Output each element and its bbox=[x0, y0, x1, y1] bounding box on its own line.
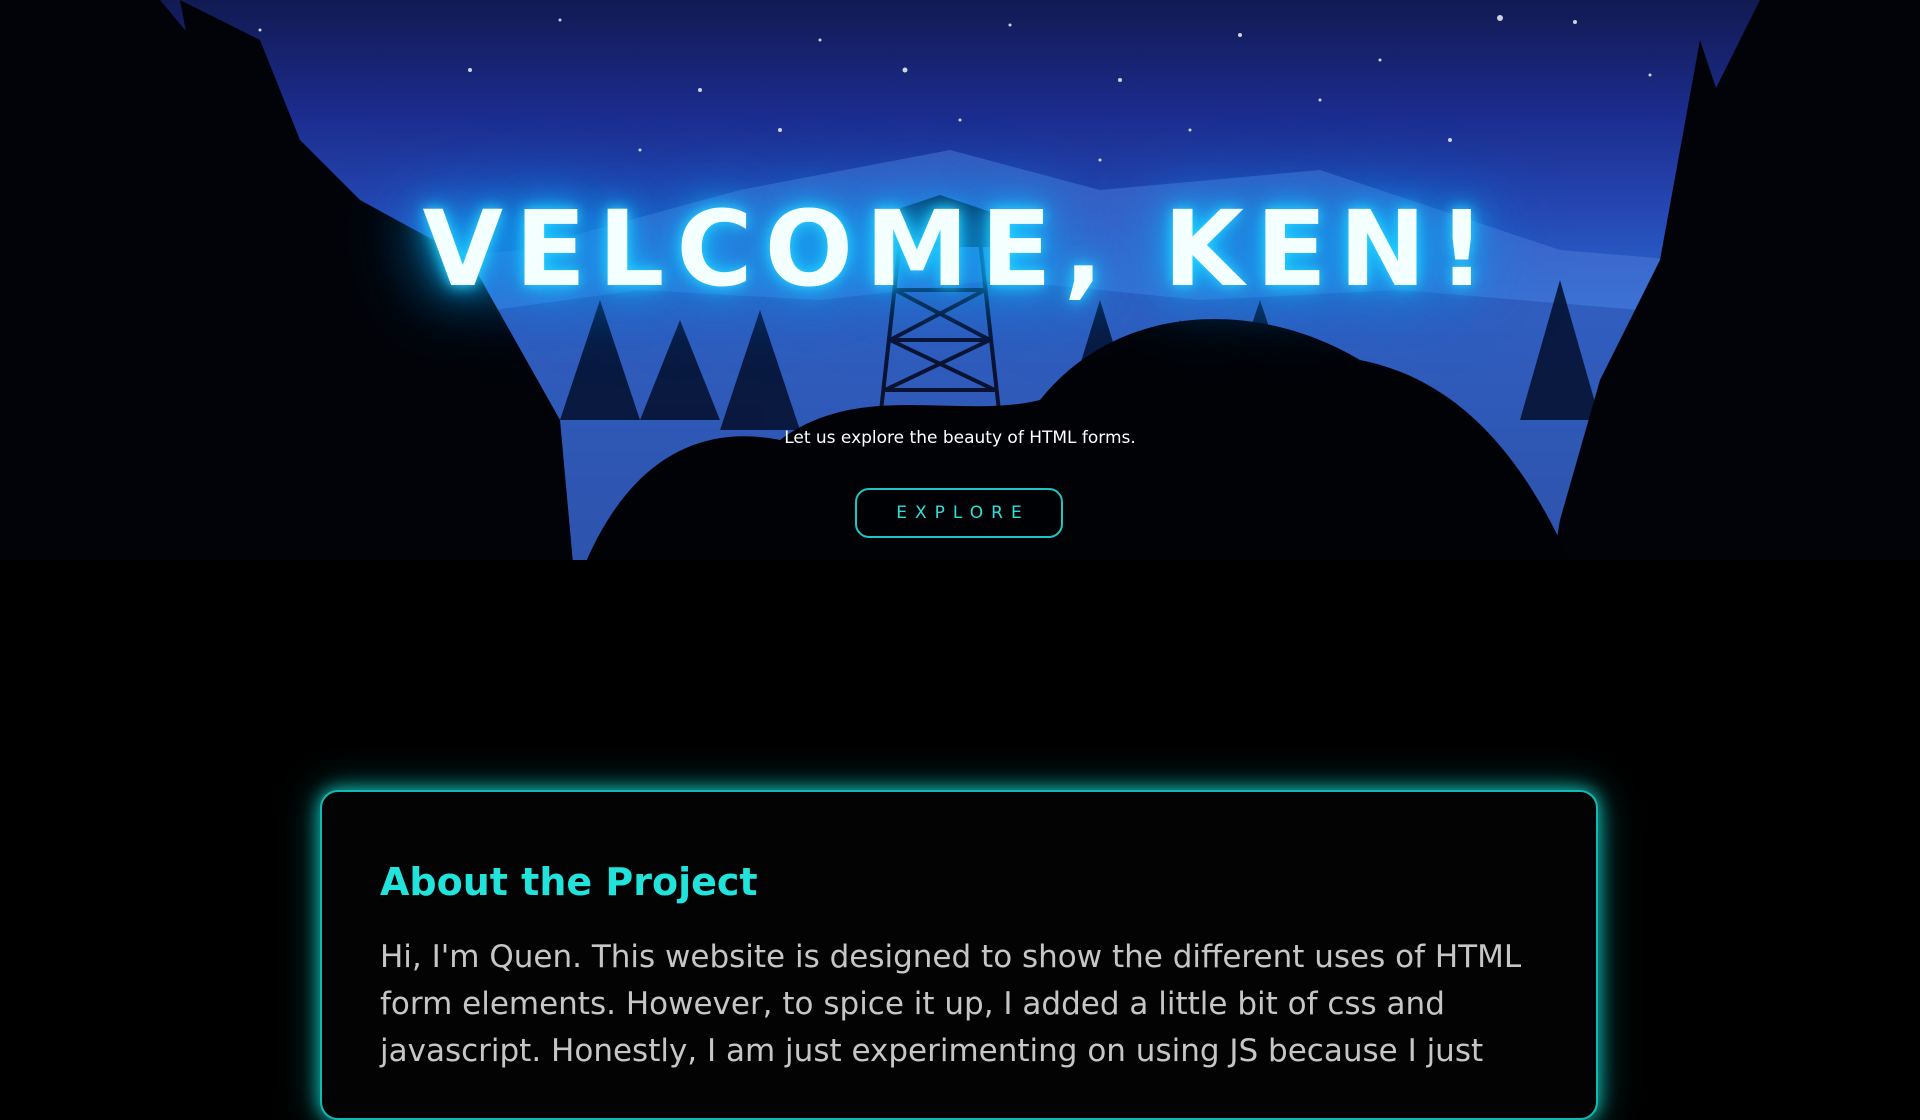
about-text: Hi, I'm Quen. This website is designed t… bbox=[380, 939, 1522, 1069]
explore-button[interactable]: EXPLORE bbox=[855, 488, 1063, 538]
hero-title: VELCOME, KEN! bbox=[422, 188, 1498, 310]
about-card: About the Project Hi, I'm Quen. This web… bbox=[320, 790, 1598, 1120]
about-title: About the Project bbox=[380, 860, 758, 904]
hero-subtitle: Let us explore the beauty of HTML forms. bbox=[784, 428, 1136, 448]
forest-silhouette bbox=[0, 0, 1920, 640]
hero-section: VELCOME, KEN! Let us explore the beauty … bbox=[0, 0, 1920, 640]
